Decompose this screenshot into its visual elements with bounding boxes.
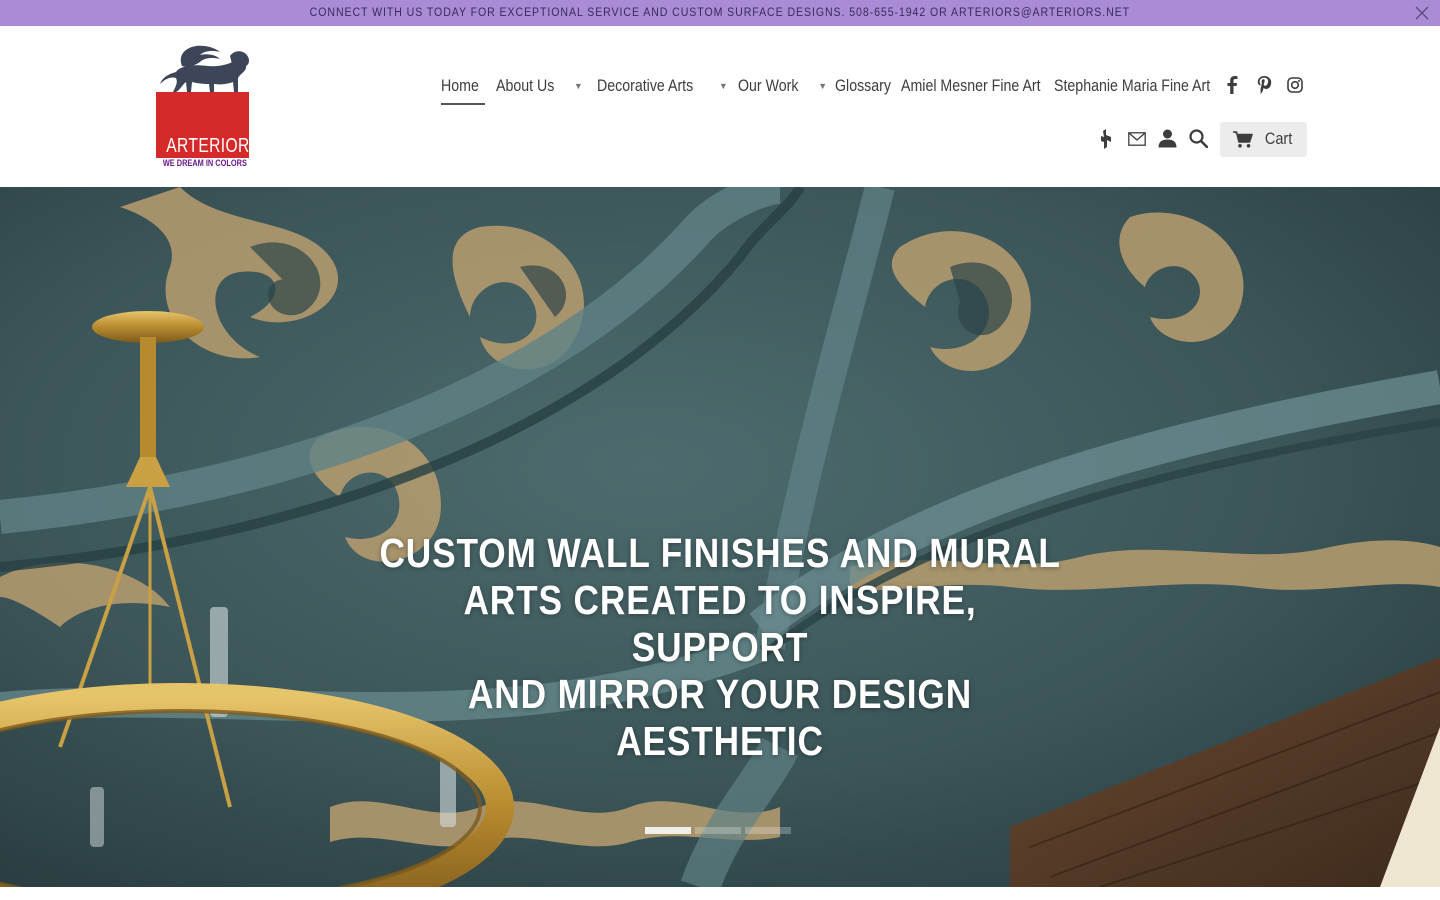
site-header: ARTERIORS WE DREAM IN COLORS Home About …	[0, 26, 1440, 186]
facebook-icon[interactable]	[1226, 74, 1240, 96]
nav-item-amiel-mesner-fine-art[interactable]: Amiel Mesner Fine Art	[901, 77, 1063, 96]
instagram-icon[interactable]	[1287, 74, 1303, 96]
slide-indicators	[645, 827, 791, 834]
nav-item-home[interactable]: Home	[441, 76, 486, 105]
close-icon[interactable]	[1414, 5, 1430, 21]
hero-heading-line: AND MIRROR YOUR DESIGN AESTHETIC	[467, 671, 973, 764]
cart-icon	[1232, 131, 1253, 148]
nav-item-label: Home	[441, 76, 479, 95]
nav-item-label: Glossary	[835, 76, 891, 95]
slide-dot[interactable]	[745, 827, 791, 834]
cart-label: Cart	[1264, 130, 1293, 148]
search-icon[interactable]	[1189, 129, 1209, 151]
pinterest-icon[interactable]	[1257, 74, 1272, 96]
cart-button[interactable]: Cart	[1220, 122, 1307, 157]
slide-dot[interactable]	[645, 827, 691, 834]
nav-item-our-work[interactable]: Our Work ▼	[738, 77, 827, 96]
hero-heading-line: CUSTOM WALL FINISHES AND MURAL	[379, 530, 1061, 576]
caret-down-icon: ▼	[818, 81, 828, 91]
announcement-text: CONNECT WITH US TODAY FOR EXCEPTIONAL SE…	[309, 7, 1131, 19]
hero-slideshow: CUSTOM WALL FINISHES AND MURAL ARTS CREA…	[0, 187, 1440, 887]
winged-lion-icon	[160, 45, 249, 92]
nav-item-label: Amiel Mesner Fine Art	[901, 76, 1041, 95]
slide-dot[interactable]	[695, 827, 741, 834]
nav-item-stephanie-maria-fine-art[interactable]: Stephanie Maria Fine Art	[1054, 77, 1236, 96]
logo-wordmark: ARTERIORS	[166, 135, 261, 157]
page-below-hero	[0, 887, 1440, 900]
nav-item-label: Stephanie Maria Fine Art	[1054, 76, 1211, 95]
nav-item-decorative-arts[interactable]: Decorative Arts ▼	[597, 77, 728, 96]
hero-heading: CUSTOM WALL FINISHES AND MURAL ARTS CREA…	[320, 530, 1120, 765]
nav-item-label: About Us	[496, 76, 555, 95]
announcement-bar: CONNECT WITH US TODAY FOR EXCEPTIONAL SE…	[0, 0, 1440, 26]
nav-item-glossary[interactable]: Glossary	[835, 77, 900, 96]
mail-icon[interactable]	[1128, 132, 1146, 154]
site-logo[interactable]: ARTERIORS WE DREAM IN COLORS	[154, 44, 261, 170]
nav-item-label: Our Work	[738, 76, 799, 95]
caret-down-icon: ▼	[573, 81, 583, 91]
hero-heading-line: ARTS CREATED TO INSPIRE, SUPPORT	[463, 577, 977, 670]
caret-down-icon: ▼	[718, 81, 728, 91]
logo-tagline: WE DREAM IN COLORS	[162, 158, 247, 168]
nav-item-label: Decorative Arts	[597, 76, 694, 95]
nav-item-about-us[interactable]: About Us ▼	[496, 77, 583, 96]
account-icon[interactable]	[1158, 129, 1177, 151]
houzz-icon[interactable]	[1100, 129, 1113, 151]
